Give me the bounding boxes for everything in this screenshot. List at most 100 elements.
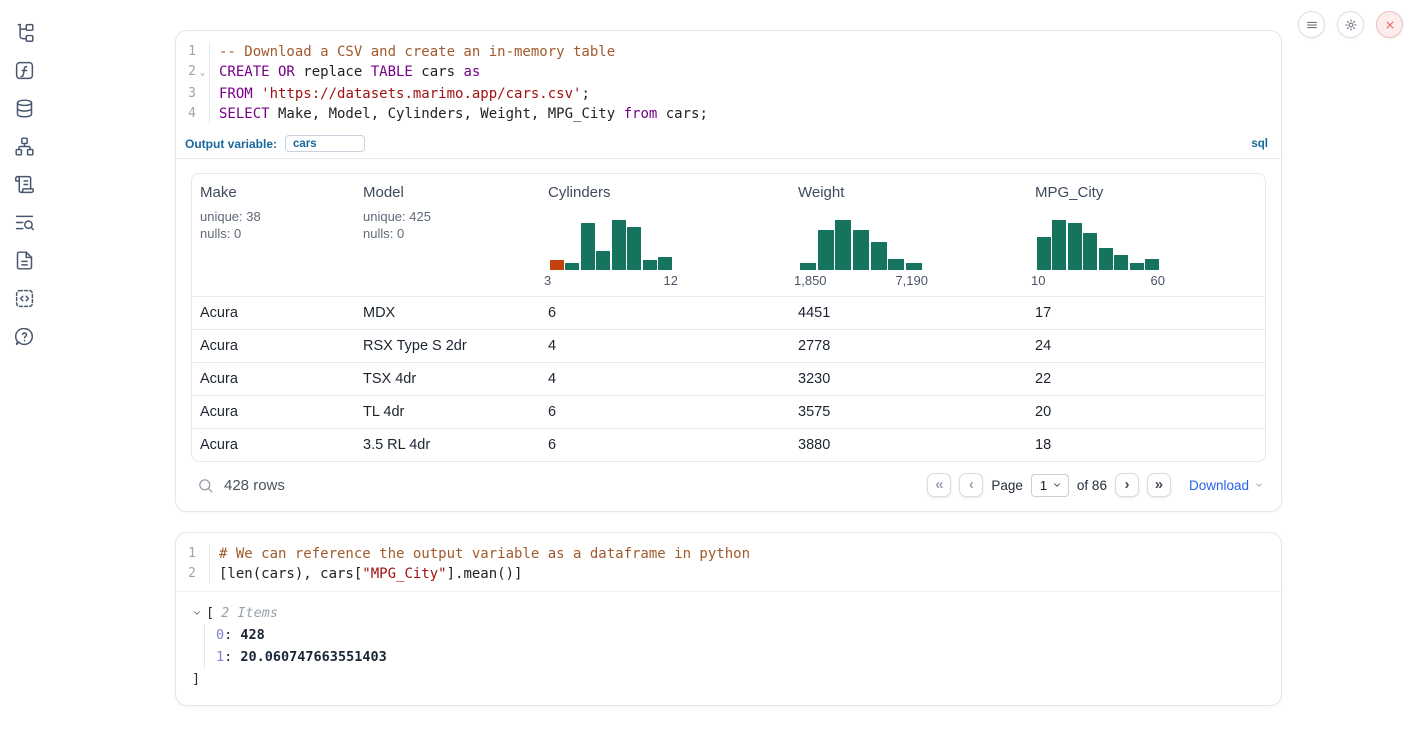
code-token: Make, Model, Cylinders, Weight, MPG_City xyxy=(270,106,624,122)
table-cell: 4451 xyxy=(790,297,1027,329)
python-code-editor[interactable]: 1# We can reference the output variable … xyxy=(176,533,1281,591)
tree-entry-colon: : xyxy=(224,627,240,643)
prev-page-button[interactable]: ‹ xyxy=(959,473,983,497)
sidebar-help-button[interactable] xyxy=(8,324,40,348)
histogram-bar xyxy=(565,263,579,270)
python-cell: 1# We can reference the output variable … xyxy=(175,532,1282,706)
notebook-menu-button[interactable] xyxy=(1298,11,1325,38)
page-select[interactable]: 1 xyxy=(1031,474,1069,497)
histogram-bar xyxy=(800,263,816,270)
help-bubble-icon xyxy=(14,326,35,347)
table-search-button[interactable] xyxy=(193,473,217,497)
table-footer: 428 rows « ‹ Page 1 of 86 › » xyxy=(191,462,1266,498)
sidebar-logs-button[interactable] xyxy=(8,172,40,196)
histogram-bar xyxy=(581,223,595,270)
download-button[interactable]: Download xyxy=(1189,478,1264,493)
table-header-cell[interactable]: Make unique: 38nulls: 0 xyxy=(192,174,355,296)
column-stats: unique: 425nulls: 0 xyxy=(363,208,431,242)
sidebar-tracebacks-button[interactable] xyxy=(8,210,40,234)
tree-root-line[interactable]: [ 2 Items xyxy=(192,605,1265,621)
fold-spacer xyxy=(196,42,209,62)
tree-entry: 1: 20.060747663551403 xyxy=(216,646,1265,668)
fold-spacer xyxy=(196,84,209,104)
function-square-icon xyxy=(14,60,35,81)
table-cell: 2778 xyxy=(790,330,1027,362)
sidebar-snippets-button[interactable] xyxy=(8,286,40,310)
histogram-bar xyxy=(1130,263,1144,270)
shutdown-button[interactable] xyxy=(1376,11,1403,38)
table-cell: TSX 4dr xyxy=(355,363,540,395)
first-page-button[interactable]: « xyxy=(927,473,951,497)
sql-code-editor[interactable]: 1-- Download a CSV and create an in-memo… xyxy=(176,31,1281,131)
code-text: FROM 'https://datasets.marimo.app/cars.c… xyxy=(209,84,590,104)
table-cell: 24 xyxy=(1027,330,1265,362)
code-token: 'https://datasets.marimo.app/cars.csv' xyxy=(261,86,581,102)
settings-button[interactable] xyxy=(1337,11,1364,38)
fold-chevron-icon[interactable]: ⌄ xyxy=(196,62,209,84)
sidebar-documentation-button[interactable] xyxy=(8,248,40,272)
line-number: 1 xyxy=(176,42,196,62)
code-text: [len(cars), cars["MPG_City"].mean()] xyxy=(209,564,522,584)
fold-spacer xyxy=(196,104,209,124)
sql-table-output: Make unique: 38nulls: 0 Modelunique: 425nu… xyxy=(176,159,1281,511)
histogram-bar xyxy=(1145,259,1159,270)
code-text: SELECT Make, Model, Cylinders, Weight, M… xyxy=(209,104,708,124)
table-row: AcuraRSX Type S 2dr4277824 xyxy=(192,329,1265,362)
file-text-icon xyxy=(14,250,35,271)
database-icon xyxy=(14,98,35,119)
code-token: SELECT xyxy=(219,106,270,122)
tree-entry-colon: : xyxy=(224,649,240,665)
histogram-axis: 312 xyxy=(544,273,678,288)
histogram-bar xyxy=(627,227,641,270)
fold-spacer xyxy=(196,564,209,584)
table-header-cell[interactable]: Cylinders312 xyxy=(540,174,790,296)
histogram-bar xyxy=(1083,233,1097,270)
histogram-bar xyxy=(1052,220,1066,270)
sidebar-dependency-graph-button[interactable] xyxy=(8,134,40,158)
table-cell: 6 xyxy=(540,429,790,461)
table-cell: Acura xyxy=(192,429,355,461)
line-number: 2 xyxy=(176,62,196,84)
table-cell: RSX Type S 2dr xyxy=(355,330,540,362)
table-cell: Acura xyxy=(192,363,355,395)
code-token: replace xyxy=(295,64,371,80)
histogram-bar xyxy=(658,257,672,270)
sidebar-file-explorer-button[interactable] xyxy=(8,20,40,44)
axis-min-label: 10 xyxy=(1031,273,1045,288)
histogram-bar xyxy=(643,260,657,270)
sidebar-datasources-button[interactable] xyxy=(8,96,40,120)
sidebar-variables-button[interactable] xyxy=(8,58,40,82)
tree-entry-key: 0 xyxy=(216,627,224,643)
column-stats: unique: 38nulls: 0 xyxy=(200,208,261,242)
code-line: 3FROM 'https://datasets.marimo.app/cars.… xyxy=(176,84,1281,104)
table-row: AcuraTSX 4dr4323022 xyxy=(192,362,1265,395)
table-cell: 3230 xyxy=(790,363,1027,395)
line-number: 4 xyxy=(176,104,196,124)
network-icon xyxy=(14,136,35,157)
chevron-down-icon xyxy=(192,608,202,618)
histogram-bar xyxy=(1099,248,1113,270)
column-name: Make xyxy=(200,184,237,201)
table-cell: 4 xyxy=(540,330,790,362)
file-tree-icon xyxy=(14,22,35,43)
next-page-button[interactable]: › xyxy=(1115,473,1139,497)
chevron-down-icon xyxy=(1052,480,1062,490)
code-text: CREATE OR replace TABLE cars as xyxy=(209,62,480,84)
table-cell: 3.5 RL 4dr xyxy=(355,429,540,461)
code-token: as xyxy=(463,64,480,80)
histogram-bar xyxy=(1037,237,1051,270)
table-header-cell[interactable]: Modelunique: 425nulls: 0 xyxy=(355,174,540,296)
tree-entry: 0: 428 xyxy=(216,624,1265,646)
table-cell: 6 xyxy=(540,396,790,428)
line-number: 1 xyxy=(176,544,196,564)
table-header-cell[interactable]: Weight1,8507,190 xyxy=(790,174,1027,296)
histogram-bar xyxy=(871,242,887,270)
last-page-button[interactable]: » xyxy=(1147,473,1171,497)
output-variable-label: Output variable: xyxy=(185,137,277,151)
table-header-cell[interactable]: MPG_City1060 xyxy=(1027,174,1265,296)
code-line: 2⌄CREATE OR replace TABLE cars as xyxy=(176,62,1281,84)
code-token: [len(cars), cars[ xyxy=(219,566,362,582)
histogram-bar xyxy=(906,263,922,270)
shutdown-close-icon xyxy=(1383,18,1397,32)
output-variable-input[interactable] xyxy=(285,135,365,152)
